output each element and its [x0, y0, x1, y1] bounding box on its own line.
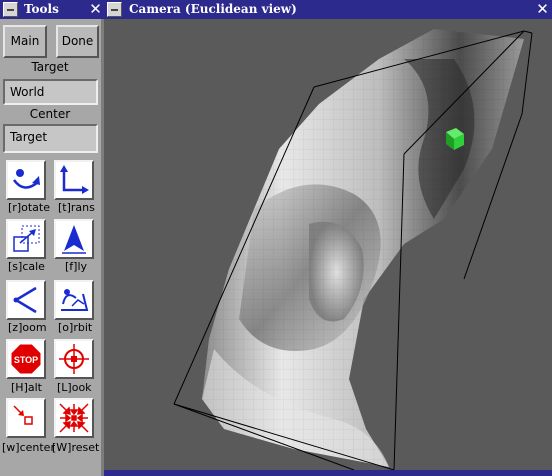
camera-window: Camera (Euclidean view) ✕: [104, 0, 552, 476]
scale-button[interactable]: [6, 219, 46, 259]
reset-button[interactable]: [54, 398, 94, 438]
halt-label: [H]alt: [11, 381, 42, 394]
euclidean-scene: [173, 29, 533, 470]
orbit-icon: [61, 289, 89, 311]
rotate-icon: [12, 169, 40, 189]
target-label: Target: [31, 60, 69, 74]
main-button[interactable]: Main: [3, 25, 47, 58]
window-menu-icon[interactable]: [107, 2, 122, 17]
zoom-button[interactable]: [6, 280, 46, 320]
orbit-button[interactable]: [54, 280, 94, 320]
3d-viewport[interactable]: [104, 19, 552, 470]
center-field[interactable]: Target: [3, 124, 98, 153]
rotate-button[interactable]: [6, 160, 46, 200]
close-icon[interactable]: ✕: [534, 0, 551, 19]
look-label: [L]ook: [57, 381, 92, 394]
scale-label: [s]cale: [8, 260, 45, 273]
crosshair-icon: [59, 344, 89, 374]
translate-icon: [60, 165, 89, 194]
surface-mesh: [202, 29, 524, 467]
close-icon[interactable]: ✕: [87, 0, 104, 19]
reset-label: [W]reset: [52, 441, 100, 454]
halt-button[interactable]: STOP: [6, 339, 46, 379]
scale-icon: [13, 225, 40, 252]
camera-title: Camera (Euclidean view): [129, 2, 297, 16]
zoom-icon: [13, 286, 37, 314]
translate-button[interactable]: [54, 160, 94, 200]
stop-icon: STOP: [10, 343, 42, 375]
tools-title: Tools: [24, 2, 59, 16]
rotate-label: [r]otate: [8, 201, 50, 214]
translate-label: [t]rans: [58, 201, 95, 214]
target-field[interactable]: World: [3, 79, 98, 105]
tools-panel: Tools ✕ Main Done Target World Center Ta…: [0, 0, 104, 476]
wcenter-button[interactable]: [6, 398, 46, 438]
done-button[interactable]: Done: [56, 25, 99, 58]
camera-bottom-border: [104, 470, 552, 476]
wcenter-label: [w]center: [2, 441, 55, 454]
orbit-label: [o]rbit: [58, 321, 93, 334]
center-icon: [13, 405, 33, 425]
window-menu-icon[interactable]: [3, 2, 18, 17]
camera-title-bar[interactable]: Camera (Euclidean view) ✕: [104, 0, 552, 19]
stop-sign-text: STOP: [14, 355, 38, 365]
look-button[interactable]: [54, 339, 94, 379]
center-label: Center: [29, 107, 71, 121]
reset-icon: [59, 403, 89, 433]
tools-title-bar[interactable]: Tools ✕: [0, 0, 104, 19]
fly-icon: [62, 225, 86, 254]
fly-button[interactable]: [54, 219, 94, 259]
zoom-label: [z]oom: [8, 321, 47, 334]
fly-label: [f]ly: [65, 260, 88, 273]
